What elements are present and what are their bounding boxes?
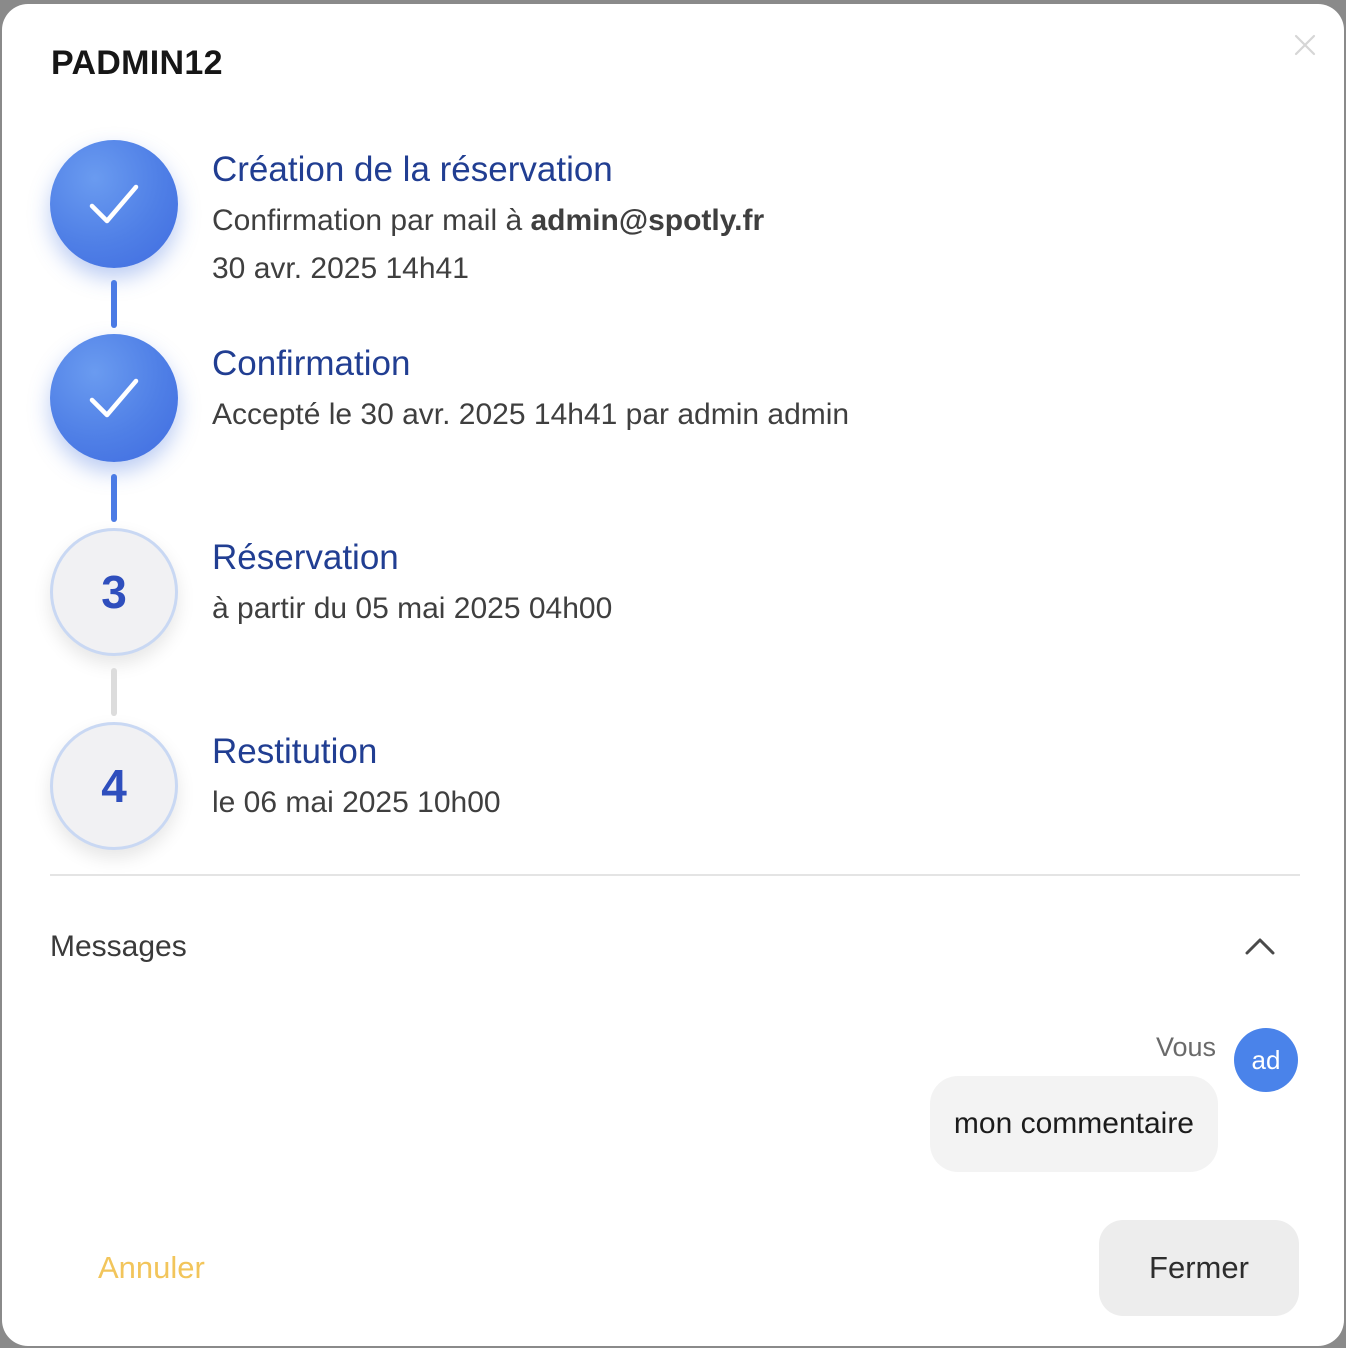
step-timestamp: 30 avr. 2025 14h41 bbox=[212, 252, 469, 285]
avatar: ad bbox=[1234, 1028, 1298, 1092]
close-button[interactable]: Fermer bbox=[1099, 1220, 1299, 1316]
step-done-badge bbox=[50, 140, 178, 268]
timeline-connector bbox=[111, 474, 117, 522]
timeline-step-restitution: 4 Restitution le 06 mai 2025 10h00 bbox=[50, 722, 1300, 852]
step-detail: Accepté le 30 avr. 2025 14h41 par admin … bbox=[212, 398, 850, 431]
step-detail: Confirmation par mail à admin@spotly.fr bbox=[212, 204, 764, 238]
step-title: Restitution bbox=[212, 732, 378, 771]
timeline-connector bbox=[111, 668, 117, 716]
step-title: Confirmation bbox=[212, 344, 411, 383]
step-number-badge: 3 bbox=[50, 528, 178, 656]
message-bubble: mon commentaire bbox=[929, 1076, 1218, 1172]
divider bbox=[50, 874, 1300, 876]
step-title: Création de la réservation bbox=[212, 150, 613, 189]
close-icon[interactable] bbox=[1292, 32, 1318, 58]
step-number: 4 bbox=[101, 760, 127, 812]
timeline-connector bbox=[111, 280, 117, 328]
modal-title: PADMIN12 bbox=[51, 44, 223, 82]
reservation-modal: PADMIN12 Création de la réservation Conf… bbox=[2, 4, 1344, 1346]
step-detail: à partir du 05 mai 2025 04h00 bbox=[212, 592, 613, 625]
confirmation-email: admin@spotly.fr bbox=[530, 204, 765, 237]
message-author: Vous bbox=[1155, 1032, 1216, 1062]
step-detail-prefix: Confirmation par mail à bbox=[212, 204, 531, 237]
step-title: Réservation bbox=[212, 538, 399, 577]
timeline-step-confirmation: Confirmation Accepté le 30 avr. 2025 14h… bbox=[50, 334, 1300, 464]
messages-label: Messages bbox=[50, 930, 187, 963]
step-number: 3 bbox=[101, 566, 127, 618]
cancel-button[interactable]: Annuler bbox=[78, 1240, 225, 1296]
timeline-step-creation: Création de la réservation Confirmation … bbox=[50, 140, 1300, 285]
step-done-badge bbox=[50, 334, 178, 462]
checkmark-icon bbox=[89, 184, 139, 224]
messages-toggle[interactable]: Messages bbox=[50, 924, 1300, 974]
timeline-step-reservation: 3 Réservation à partir du 05 mai 2025 04… bbox=[50, 528, 1300, 658]
checkmark-icon bbox=[89, 378, 139, 418]
step-detail: le 06 mai 2025 10h00 bbox=[212, 786, 501, 819]
step-number-badge: 4 bbox=[50, 722, 178, 850]
chevron-up-icon[interactable] bbox=[1244, 934, 1276, 958]
